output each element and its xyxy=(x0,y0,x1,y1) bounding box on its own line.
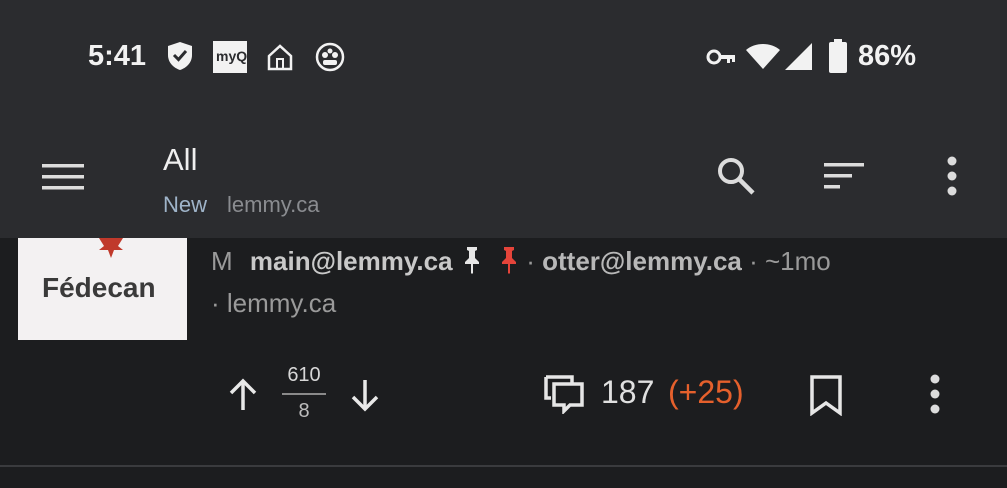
sort-icon xyxy=(824,163,864,189)
game-controller-icon xyxy=(315,42,345,72)
author-link[interactable]: otter@lemmy.ca xyxy=(542,246,742,276)
comments-icon[interactable] xyxy=(543,374,585,414)
meta-separator: · xyxy=(526,246,543,276)
feed-title: All xyxy=(163,142,198,177)
maple-leaf-icon xyxy=(99,238,123,258)
new-comment-count: (+25) xyxy=(668,374,744,410)
battery-percentage: 86% xyxy=(858,40,917,72)
battery-icon xyxy=(829,39,847,73)
downvote-count: 8 xyxy=(298,400,310,422)
search-button[interactable] xyxy=(714,152,758,200)
smart-home-icon xyxy=(267,44,293,71)
instance-label: lemmy.ca xyxy=(227,192,320,217)
post-thumbnail[interactable]: Fédecan xyxy=(18,238,187,340)
wifi-icon xyxy=(746,44,780,69)
downvote-arrow-icon[interactable] xyxy=(348,376,382,414)
post-domain[interactable]: · lemmy.ca xyxy=(211,288,336,319)
post-flag: M xyxy=(211,246,233,276)
post-divider xyxy=(0,465,1007,467)
comment-count[interactable]: 187 xyxy=(601,374,654,411)
thumbnail-text: Fédecan xyxy=(42,272,156,303)
status-bar xyxy=(0,0,1007,118)
status-time: 5:41 xyxy=(88,40,147,72)
score-divider xyxy=(282,393,326,395)
overflow-menu-button[interactable] xyxy=(930,152,974,200)
sort-label: New xyxy=(163,192,208,217)
post-meta: M main@lemmy.ca · otter@lemmy.ca · ~1mo xyxy=(211,246,831,277)
bookmark-icon[interactable] xyxy=(808,374,844,416)
shield-check-icon xyxy=(168,42,192,70)
upvote-count: 610 xyxy=(287,364,321,386)
post-age: · ~1mo xyxy=(749,246,831,276)
pin-featured-icon xyxy=(502,247,517,274)
upvote-arrow-icon[interactable] xyxy=(226,376,260,414)
cell-signal-icon xyxy=(785,43,812,70)
search-icon xyxy=(718,158,755,195)
myq-label: myQ xyxy=(216,48,248,64)
post-more-icon[interactable] xyxy=(920,372,950,416)
vpn-key-icon xyxy=(706,49,735,65)
community-link[interactable]: main@lemmy.ca xyxy=(250,246,453,276)
myq-app-icon: myQ xyxy=(213,41,247,73)
pin-icon xyxy=(464,247,479,274)
menu-icon[interactable] xyxy=(40,160,86,194)
sort-button[interactable] xyxy=(822,152,866,200)
more-vert-icon xyxy=(947,156,957,196)
